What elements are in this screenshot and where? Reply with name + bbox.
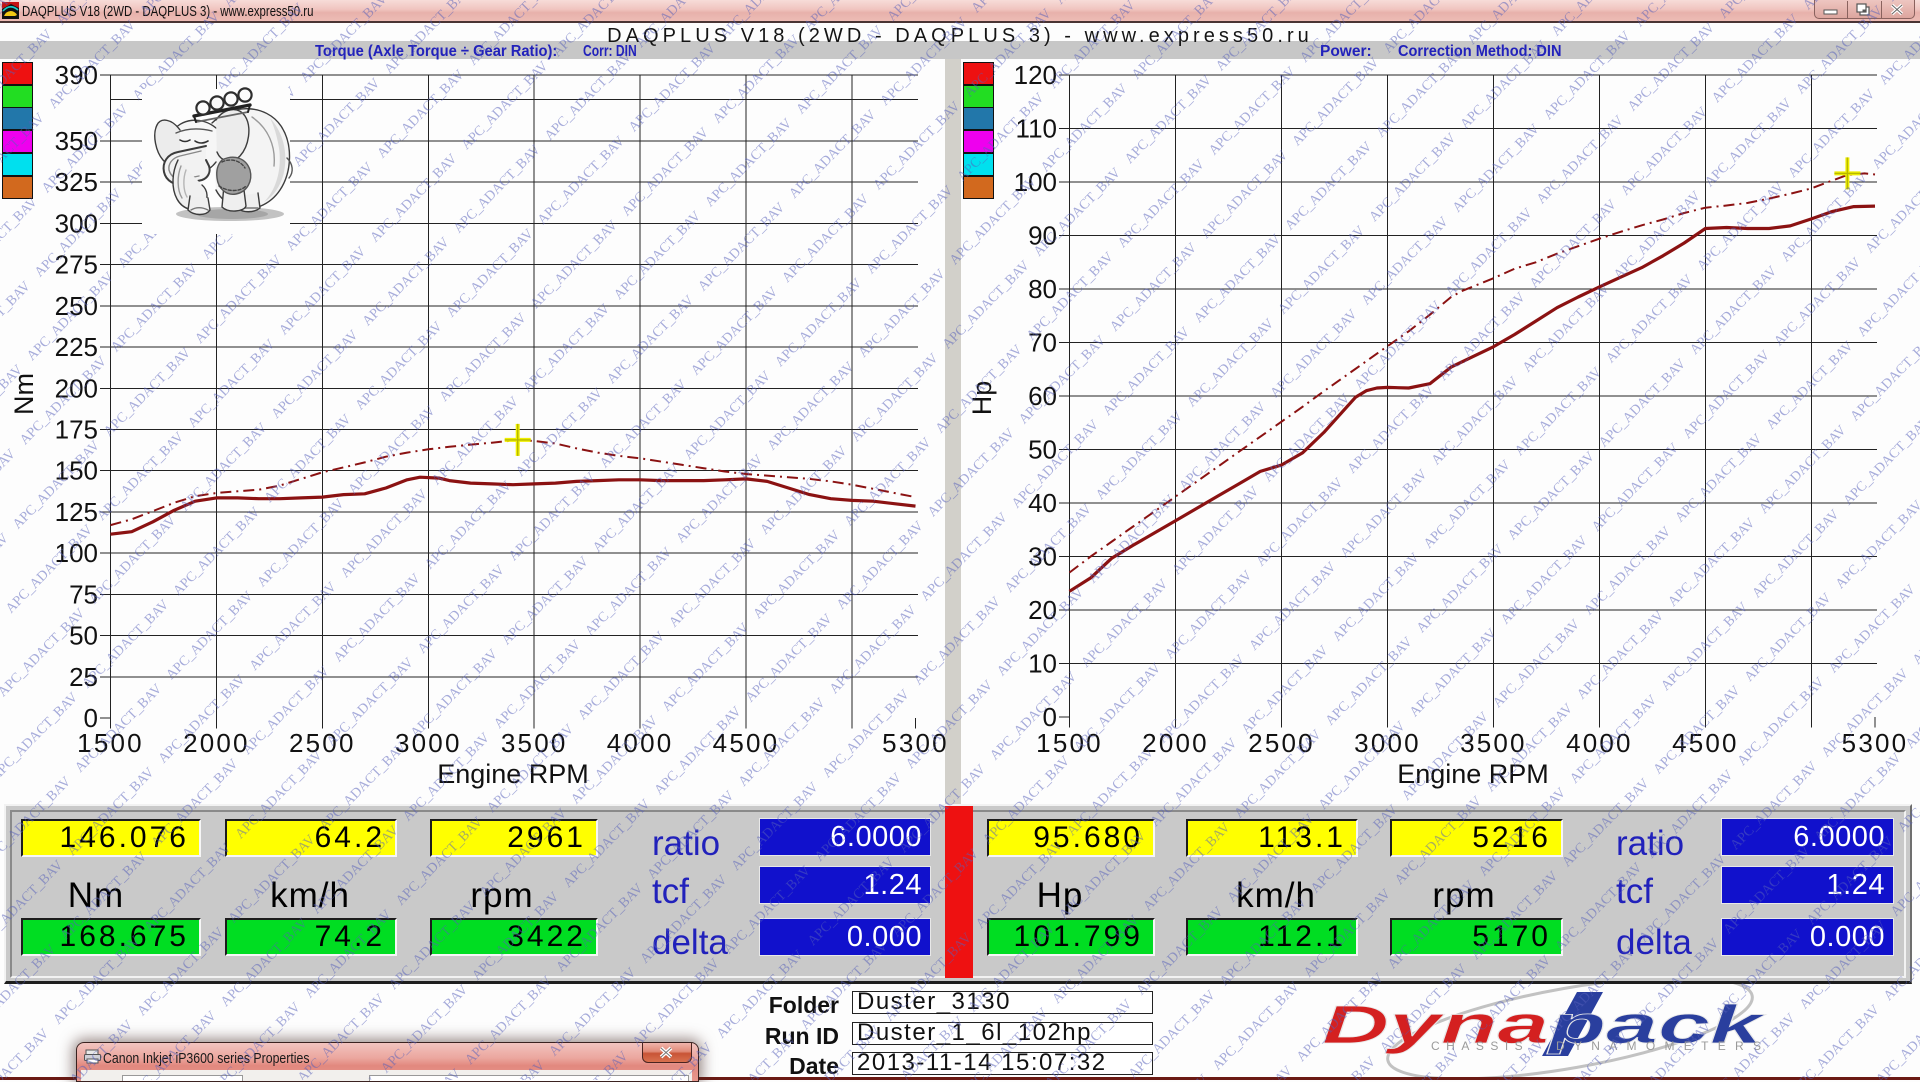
svg-text:50: 50 xyxy=(69,621,98,651)
svg-text:2500: 2500 xyxy=(1248,728,1315,758)
svg-text:Engine RPM: Engine RPM xyxy=(437,759,589,789)
svg-text:4500: 4500 xyxy=(713,728,780,758)
svg-text:90: 90 xyxy=(1028,221,1057,251)
svg-text:100: 100 xyxy=(1014,167,1057,197)
svg-text:1500: 1500 xyxy=(77,728,144,758)
svg-text:75: 75 xyxy=(69,579,98,609)
svg-text:275: 275 xyxy=(55,250,98,280)
svg-text:5300: 5300 xyxy=(882,728,949,758)
svg-text:1500: 1500 xyxy=(1036,728,1103,758)
svg-text:150: 150 xyxy=(55,456,98,486)
svg-text:3500: 3500 xyxy=(1460,728,1527,758)
svg-text:200: 200 xyxy=(55,373,98,403)
svg-text:225: 225 xyxy=(55,332,98,362)
svg-text:40: 40 xyxy=(1028,488,1057,518)
svg-text:4000: 4000 xyxy=(1566,728,1633,758)
svg-text:3500: 3500 xyxy=(501,728,568,758)
svg-text:175: 175 xyxy=(55,415,98,445)
svg-text:CHASSIS: CHASSIS xyxy=(1431,1039,1529,1053)
svg-text:5300: 5300 xyxy=(1842,728,1909,758)
svg-text:2000: 2000 xyxy=(183,728,250,758)
svg-text:25: 25 xyxy=(69,662,98,692)
svg-text:2500: 2500 xyxy=(289,728,356,758)
svg-text:3000: 3000 xyxy=(395,728,462,758)
svg-text:110: 110 xyxy=(1016,114,1057,144)
svg-text:Engine RPM: Engine RPM xyxy=(1397,759,1549,789)
svg-text:Hp: Hp xyxy=(967,381,997,416)
svg-text:100: 100 xyxy=(55,538,98,568)
svg-text:4500: 4500 xyxy=(1672,728,1739,758)
svg-text:80: 80 xyxy=(1028,274,1057,304)
svg-text:DYNAMOMETERS: DYNAMOMETERS xyxy=(1556,1039,1770,1053)
svg-text:10: 10 xyxy=(1028,649,1057,679)
svg-text:390: 390 xyxy=(55,60,98,90)
svg-text:125: 125 xyxy=(55,497,98,527)
svg-text:2000: 2000 xyxy=(1142,728,1209,758)
svg-text:Nm: Nm xyxy=(9,373,39,415)
svg-text:300: 300 xyxy=(55,208,98,238)
svg-text:120: 120 xyxy=(1014,60,1057,90)
svg-text:20: 20 xyxy=(1028,595,1057,625)
svg-text:325: 325 xyxy=(55,167,98,197)
svg-text:70: 70 xyxy=(1028,328,1057,358)
svg-text:4000: 4000 xyxy=(607,728,674,758)
svg-text:350: 350 xyxy=(55,126,98,156)
svg-text:250: 250 xyxy=(55,291,98,321)
svg-text:3000: 3000 xyxy=(1354,728,1421,758)
svg-text:60: 60 xyxy=(1028,381,1057,411)
svg-text:50: 50 xyxy=(1028,435,1057,465)
svg-text:30: 30 xyxy=(1028,542,1057,572)
